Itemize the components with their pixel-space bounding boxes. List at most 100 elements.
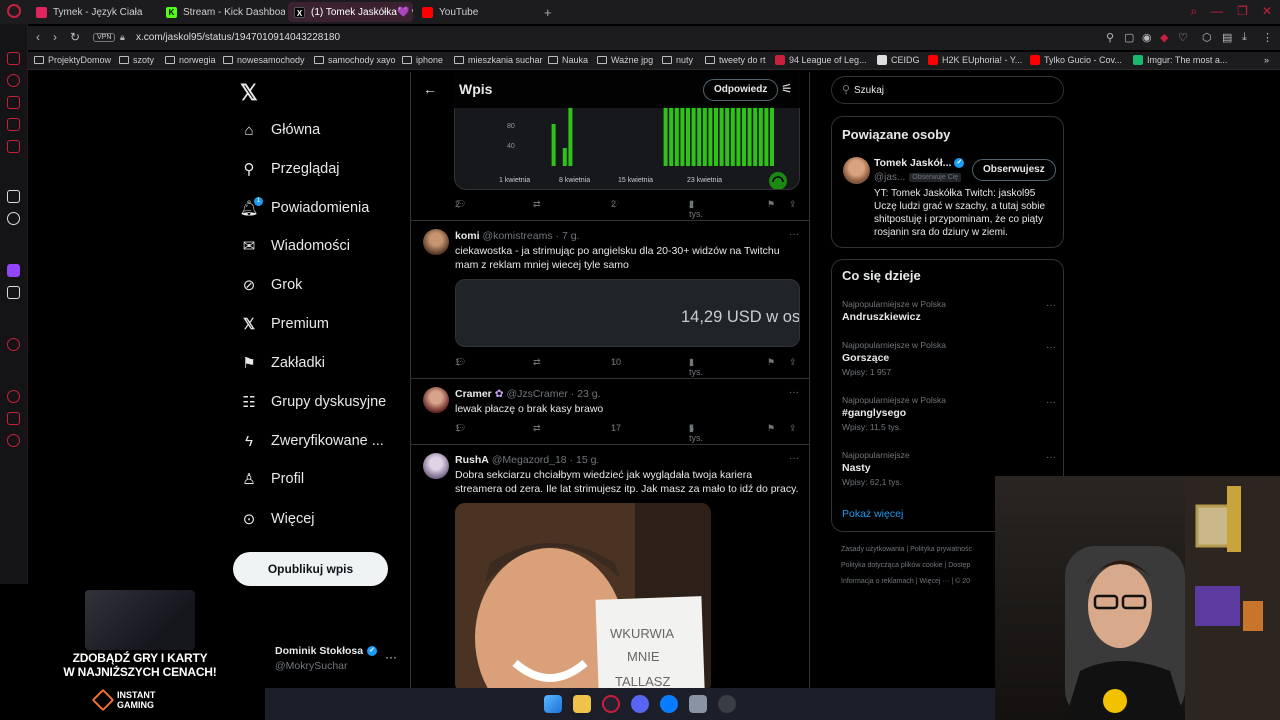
start-icon[interactable] [544, 695, 562, 713]
trend-item[interactable]: Najpopularniejsze w Polska #ganglysego Wpi… [842, 395, 1052, 432]
bookmark-folder[interactable]: mieszkania suchar [454, 55, 543, 65]
nav-communities[interactable]: ☷ Grupy dyskusyjne [240, 389, 386, 415]
tab-x-active[interactable]: X (1) Tomek Jaskółka💜 w ✕ [288, 2, 413, 22]
nav-verified-orgs[interactable]: ϟ Zweryfikowane ... [240, 428, 384, 454]
sidebar-icon[interactable] [7, 338, 20, 351]
nav-home[interactable]: ⌂ Główna [240, 117, 320, 143]
account-switcher[interactable]: Dominik Stokłosa ✓ @MokrySuchar [275, 645, 378, 672]
tab-kick[interactable]: K Stream - Kick Dashboard [160, 2, 285, 22]
nav-more[interactable]: ⊙ Więcej [240, 506, 315, 532]
reply-tweet[interactable]: Cramer ✿ @JzsCramer · 23 g. ··· lewak pł… [411, 379, 809, 444]
show-more-link[interactable]: Pokaż więcej [842, 508, 903, 520]
tweet-image-card[interactable]: 14,29 USD w os [455, 279, 800, 347]
sidebar-icon[interactable] [7, 74, 20, 87]
tab-youtube[interactable]: YouTube [416, 2, 536, 22]
related-handle[interactable]: @jas... Obserwuje Cię [874, 172, 962, 183]
search-tabs-icon[interactable]: ⌕ [1190, 4, 1197, 19]
chatgpt-icon[interactable] [7, 212, 20, 225]
settings-icon[interactable] [7, 434, 20, 447]
app-icon[interactable] [718, 695, 736, 713]
avatar[interactable] [423, 229, 449, 255]
avatar[interactable] [843, 157, 870, 184]
wallet-icon[interactable]: ▤ [1222, 31, 1232, 44]
messenger-icon[interactable] [660, 695, 678, 713]
bookmark-link[interactable]: 94 League of Leg... [775, 55, 867, 65]
author-handle[interactable]: @JzsCramer [506, 388, 567, 400]
bookmark-folder[interactable]: Nauka [548, 55, 588, 65]
avatar[interactable] [423, 387, 449, 413]
nav-premium[interactable]: 𝕏 Premium [240, 311, 329, 337]
tweet-time[interactable]: 23 g. [577, 388, 600, 400]
extension-icon[interactable]: ⚲ [1106, 31, 1114, 44]
account-more-icon[interactable]: ··· [385, 650, 397, 664]
forward-icon[interactable]: › [53, 30, 57, 44]
tab-tymek[interactable]: Tymek - Język Ciała [30, 2, 155, 22]
post-button[interactable]: Opublikuj wpis [233, 552, 388, 586]
download-icon[interactable]: ⤓ [1242, 31, 1247, 44]
bookmark-folder[interactable]: szoty [119, 55, 154, 65]
reply-button[interactable]: Odpowiedz [703, 79, 779, 101]
sidebar-icon[interactable] [7, 412, 20, 425]
nav-explore[interactable]: ⚲ Przeglądaj [240, 156, 340, 182]
sidebar-icon[interactable] [7, 140, 20, 153]
related-name[interactable]: Tomek Jaskół... ✓ [874, 157, 965, 169]
bookmark-link[interactable]: Imgur: The most a... [1133, 55, 1227, 65]
twitch-icon[interactable] [7, 264, 20, 277]
footer-links[interactable]: Polityka dotycząca plików cookie | Dostę… [841, 562, 970, 569]
tweet-photo[interactable]: WKURWIA MNIE TALLASZ [455, 503, 711, 688]
history-icon[interactable] [7, 390, 20, 403]
reply-tweet[interactable]: RushA @Megazord_18 · 15 g. ··· Dobra sek… [411, 445, 809, 688]
author-name[interactable]: RushA [455, 454, 489, 466]
bookmark-folder[interactable]: tweety do rt [705, 55, 766, 65]
nav-profile[interactable]: ♙ Profil [240, 466, 304, 492]
bookmark-link[interactable]: Tylko Gucio - Cov... [1030, 55, 1122, 65]
filter-icon[interactable]: ⚟ [781, 81, 793, 97]
menu-icon[interactable]: ⋮ [1262, 31, 1273, 44]
opera-logo-icon[interactable] [7, 4, 21, 18]
vpn-badge[interactable]: VPN [93, 33, 116, 42]
nav-messages[interactable]: ✉ Wiadomości [240, 233, 350, 259]
bookmark-link[interactable]: CEIDG [877, 55, 920, 65]
camera-icon[interactable]: ◉ [1142, 31, 1152, 44]
footer-links[interactable]: Zasady użytkowania | Polityka prywatnośc [841, 546, 972, 553]
trend-more-icon[interactable]: ··· [1046, 300, 1056, 311]
url-field[interactable]: x.com/jaskol95/status/194701091404322818… [136, 32, 340, 43]
support-icon[interactable] [769, 172, 787, 190]
bookmark-folder[interactable]: ProjektyDomow [34, 55, 111, 65]
back-icon[interactable]: ‹ [36, 30, 40, 44]
trend-more-icon[interactable]: ··· [1046, 452, 1056, 463]
maximize-icon[interactable]: ❐ [1237, 4, 1248, 19]
following-button[interactable]: Obserwujesz [972, 159, 1056, 181]
tweet-time[interactable]: 15 g. [576, 454, 599, 466]
trend-more-icon[interactable]: ··· [1046, 397, 1056, 408]
footer-links[interactable]: Informacja o reklamach | Więcej ··· | © … [841, 578, 970, 585]
discord-icon[interactable] [631, 695, 649, 713]
search-input[interactable]: ⚲ Szukaj [831, 76, 1064, 104]
nav-bookmarks[interactable]: ⚑ Zakładki [240, 350, 325, 376]
extensions-icon[interactable]: ⬡ [1202, 31, 1212, 44]
tweet-more-icon[interactable]: ··· [789, 453, 799, 464]
author-handle[interactable]: @komistreams [482, 230, 552, 242]
author-name[interactable]: komi [455, 230, 480, 242]
file-explorer-icon[interactable] [573, 695, 591, 713]
pocket-icon[interactable]: ◆ [1160, 31, 1168, 44]
avatar[interactable] [423, 453, 449, 479]
x-logo-icon[interactable]: 𝕏 [240, 80, 258, 106]
author-handle[interactable]: @Megazord_18 [492, 454, 567, 466]
snapshot-icon[interactable]: ▢ [1124, 31, 1134, 44]
reload-icon[interactable]: ↻ [70, 30, 80, 44]
minimize-icon[interactable]: — [1211, 4, 1223, 19]
bookmark-folder[interactable]: iphone [402, 55, 443, 65]
calculator-icon[interactable] [689, 695, 707, 713]
heart-icon[interactable]: ♡ [1178, 31, 1188, 44]
reply-tweet[interactable]: komi @komistreams · 7 g. ··· ciekawostka… [411, 221, 809, 378]
back-arrow-icon[interactable]: ← [423, 81, 437, 97]
tweet-more-icon[interactable]: ··· [789, 229, 799, 240]
bookmark-folder[interactable]: Ważne jpg [597, 55, 653, 65]
bookmark-folder[interactable]: nuty [662, 55, 693, 65]
ai-icon[interactable] [7, 190, 20, 203]
nav-grok[interactable]: ⊘ Grok [240, 272, 303, 298]
sidebar-icon[interactable] [7, 96, 20, 109]
nav-notifications[interactable]: 🔔︎ 1 Powiadomienia [239, 195, 369, 221]
trend-more-icon[interactable]: ··· [1046, 342, 1056, 353]
